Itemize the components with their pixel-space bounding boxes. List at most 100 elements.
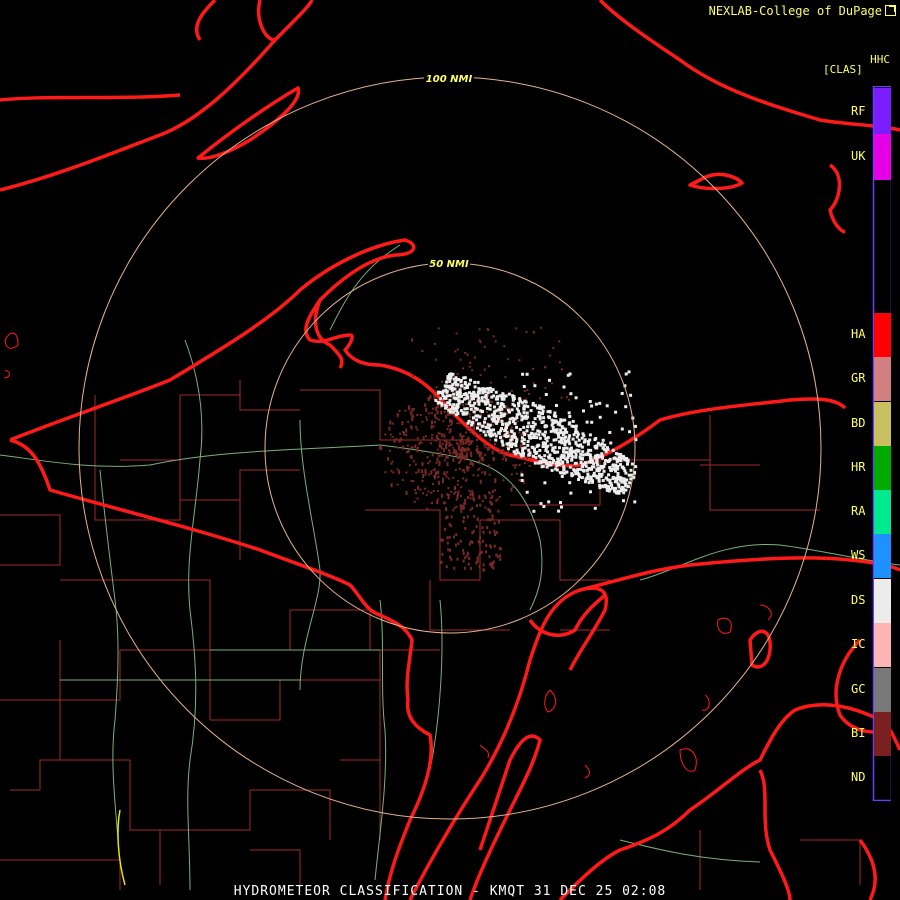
echo-ds (543, 430, 547, 434)
echo-bi (426, 456, 429, 459)
echo-ds (451, 387, 455, 391)
echo-ds (608, 431, 612, 434)
echo-ds (624, 484, 628, 488)
echo-ds (522, 407, 526, 411)
echo-bi (389, 433, 392, 436)
echo-bi (408, 408, 411, 411)
echo-bi (488, 464, 491, 469)
echo-bi (447, 496, 450, 500)
echo-ds (486, 399, 490, 403)
echo-bi (424, 403, 427, 408)
echo-bi (495, 499, 498, 502)
echo-bi (437, 327, 440, 330)
echo-bi (430, 491, 433, 494)
echo-ds (522, 425, 526, 429)
echo-bi (430, 442, 432, 445)
echo-ds (555, 468, 559, 472)
echo-bi (479, 433, 482, 436)
echo-bi (450, 423, 453, 426)
echo-ds (549, 443, 553, 447)
echo-ds (511, 402, 515, 406)
echo-ds (461, 400, 464, 404)
echo-bi (499, 557, 502, 561)
echo-bi (487, 329, 490, 331)
echo-bi (523, 389, 526, 392)
echo-ds (571, 419, 575, 423)
echo-ds (525, 372, 529, 376)
echo-ds (517, 404, 521, 408)
echo-bi (486, 447, 489, 451)
echo-bi (491, 452, 494, 455)
echo-bi (464, 352, 467, 354)
echo-bi (446, 454, 449, 457)
echo-ds (620, 392, 624, 395)
echo-bi (446, 456, 449, 459)
echo-bi (484, 446, 487, 449)
echo-ds (472, 410, 476, 414)
echo-ds (446, 401, 450, 405)
echo-bi (414, 463, 417, 466)
echo-bi (447, 548, 450, 552)
echo-ds (526, 440, 530, 443)
echo-ds (545, 465, 549, 469)
echo-ds (476, 380, 480, 384)
echo-bi (480, 550, 483, 554)
echo-bi (449, 428, 452, 433)
echo-ds (555, 464, 559, 468)
echo-ds (574, 424, 578, 428)
echo-ds (564, 457, 568, 461)
echo-ds (525, 490, 529, 494)
echo-ds (611, 448, 615, 452)
echo-ds (588, 433, 592, 437)
echo-bi (532, 382, 535, 385)
echo-bi (421, 451, 424, 453)
echo-bi (515, 327, 518, 330)
echo-ds (552, 438, 556, 442)
echo-bi (485, 543, 488, 547)
echo-ds (593, 506, 597, 510)
echo-ds (586, 442, 590, 446)
echo-ds (504, 426, 508, 429)
echo-bi (472, 529, 475, 533)
echo-bi (532, 367, 534, 370)
echo-bi (462, 477, 465, 480)
product-subcode: [CLAS] (823, 63, 863, 76)
echo-bi (459, 539, 462, 543)
echo-bi (468, 489, 471, 492)
echo-ds (526, 425, 530, 429)
echo-ds (619, 463, 622, 467)
echo-bi (539, 326, 542, 329)
echo-ds (578, 467, 582, 471)
echo-bi (512, 464, 515, 467)
echo-bi (497, 520, 500, 524)
echo-bi (491, 517, 494, 521)
echo-ds (624, 488, 628, 492)
echo-bi (478, 495, 481, 500)
echo-bi (435, 434, 438, 439)
echo-bi (451, 436, 454, 441)
echo-bi (492, 335, 495, 338)
echo-ds (628, 481, 632, 485)
echo-ds (579, 443, 583, 447)
echo-ds (571, 437, 575, 441)
echo-ds (555, 404, 558, 407)
credit-label[interactable]: NEXLAB-College of DuPage (709, 4, 896, 18)
echo-bi (466, 465, 468, 470)
echo-bi (443, 433, 446, 438)
echo-bi (511, 485, 514, 488)
echo-ds (486, 387, 490, 391)
echo-ds (561, 460, 565, 464)
echo-bi (435, 461, 438, 464)
echo-bi (464, 556, 467, 560)
echo-bi (390, 469, 393, 472)
echo-bi (446, 428, 449, 431)
echo-ds (594, 402, 598, 406)
echo-bi (466, 353, 469, 356)
echo-ds (528, 451, 532, 455)
echo-bi (449, 555, 452, 559)
echo-ds (515, 425, 518, 429)
echo-ds (542, 416, 546, 420)
echo-bi (466, 428, 469, 431)
echo-bi (458, 422, 461, 425)
echo-bi (568, 398, 571, 401)
